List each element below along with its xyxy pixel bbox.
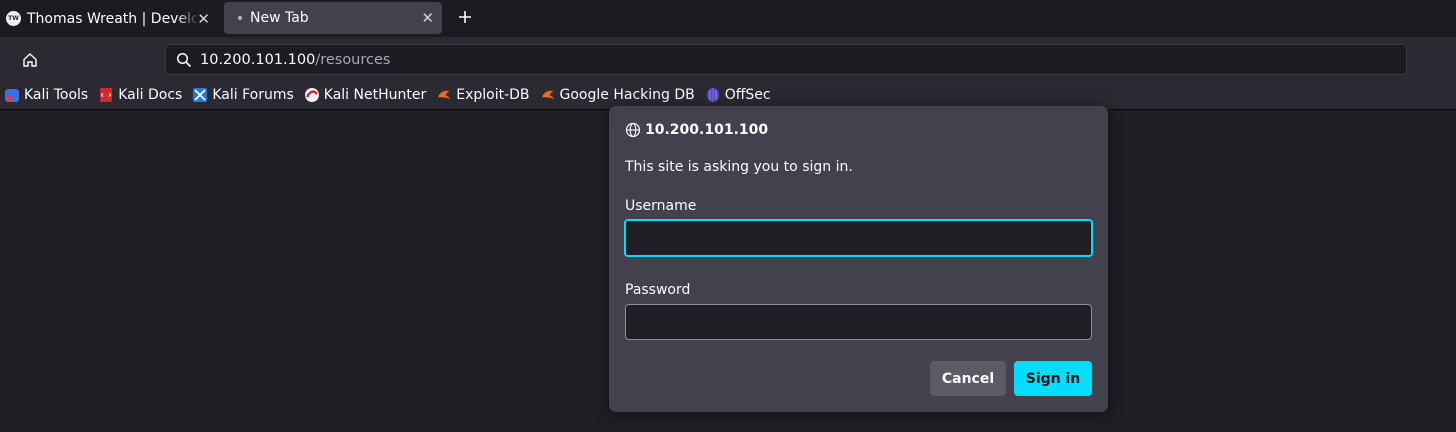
password-field[interactable] [625, 304, 1092, 340]
kali-docs-icon [98, 87, 114, 103]
tab-dot-icon [238, 16, 242, 20]
bookmark-kali-tools[interactable]: Kali Tools [4, 87, 88, 103]
close-icon[interactable]: ✕ [197, 10, 210, 28]
bookmark-label: OffSec [724, 86, 771, 103]
bookmark-kali-nethunter[interactable]: Kali NetHunter [304, 87, 426, 103]
plus-icon [459, 11, 471, 23]
tab-strip: TW Thomas Wreath | Developer ✕ New Tab ✕ [0, 0, 1456, 37]
site-favicon-icon: TW [6, 11, 21, 26]
tab-title: Thomas Wreath | Developer [27, 10, 197, 27]
bookmark-kali-docs[interactable]: Kali Docs [98, 87, 182, 103]
username-label: Username [625, 198, 697, 214]
dialog-message: This site is asking you to sign in. [625, 159, 853, 175]
dialog-host: 10.200.101.100 [645, 122, 769, 138]
cancel-button[interactable]: Cancel [930, 361, 1006, 396]
ghdb-icon [540, 87, 556, 103]
sign-in-dialog: 10.200.101.100 This site is asking you t… [609, 106, 1108, 412]
bookmark-label: Kali Forums [212, 86, 294, 103]
exploit-db-icon [436, 87, 452, 103]
new-tab-button[interactable] [454, 6, 476, 28]
bookmark-label: Kali Docs [118, 86, 183, 103]
sign-in-button[interactable]: Sign in [1014, 361, 1092, 396]
username-field[interactable] [624, 219, 1093, 257]
home-button[interactable] [16, 46, 44, 74]
bookmark-label: Exploit-DB [456, 86, 530, 103]
url-host: 10.200.101.100 [200, 51, 316, 68]
kali-forums-icon [192, 87, 208, 103]
home-icon [23, 53, 37, 67]
close-icon[interactable]: ✕ [421, 9, 434, 27]
search-icon [174, 50, 194, 70]
kali-tools-icon [4, 87, 20, 103]
bookmark-kali-forums[interactable]: Kali Forums [192, 86, 294, 103]
url-path: /resources [315, 51, 391, 68]
bookmark-label: Google Hacking DB [559, 86, 695, 103]
tab-title: New Tab [250, 10, 309, 26]
dialog-header: 10.200.101.100 [625, 122, 768, 138]
address-bar[interactable]: 10.200.101.100/resources [165, 44, 1407, 75]
nethunter-icon [304, 87, 320, 103]
password-label: Password [625, 282, 691, 298]
tab-new-tab[interactable]: New Tab ✕ [224, 2, 442, 34]
bookmark-exploit-db[interactable]: Exploit-DB [436, 86, 530, 103]
globe-icon [625, 122, 641, 138]
offsec-icon [705, 87, 721, 103]
bookmark-offsec[interactable]: OffSec [705, 87, 771, 103]
url-text[interactable]: 10.200.101.100/resources [200, 52, 390, 68]
bookmark-label: Kali Tools [24, 86, 89, 103]
tab-thomas-wreath[interactable]: TW Thomas Wreath | Developer ✕ [0, 2, 218, 36]
bookmark-google-hacking-db[interactable]: Google Hacking DB [540, 87, 695, 103]
navigation-bar: 10.200.101.100/resources [0, 37, 1456, 80]
bookmark-label: Kali NetHunter [323, 86, 427, 103]
